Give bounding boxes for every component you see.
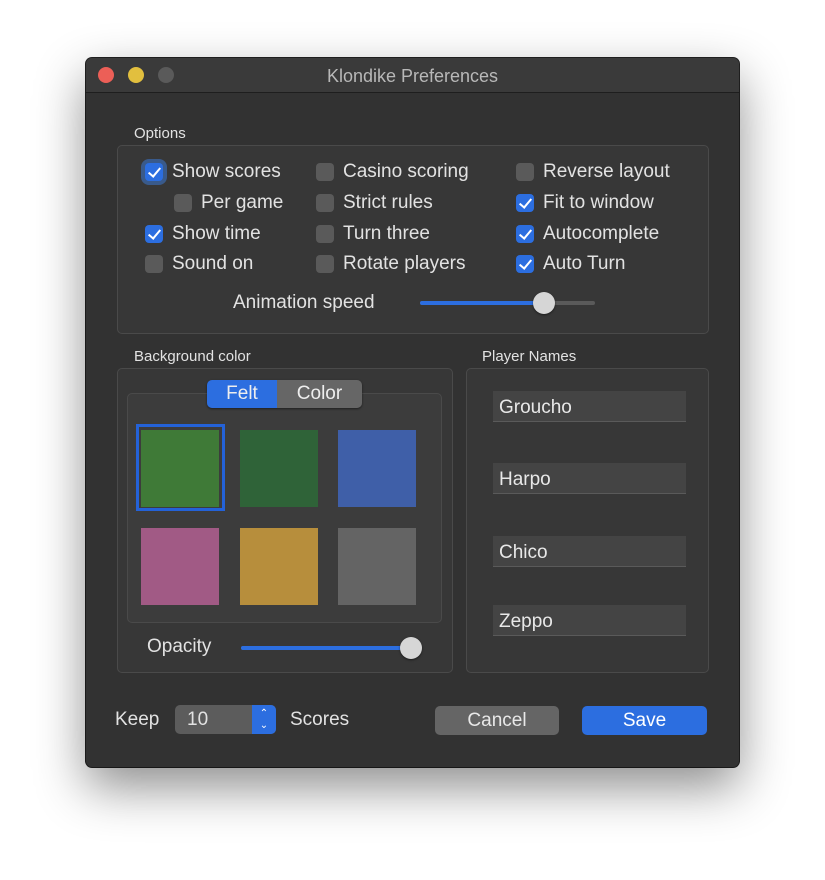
keep-label: Keep: [115, 709, 160, 730]
checkbox-label[interactable]: Show time: [172, 223, 261, 245]
checkbox-turn-three[interactable]: [316, 225, 334, 243]
opacity-label: Opacity: [147, 636, 212, 657]
checkbox-strict-rules[interactable]: [316, 194, 334, 212]
save-button[interactable]: Save: [582, 706, 707, 735]
player-name-field-3[interactable]: Chico: [493, 536, 686, 567]
checkbox-autocomplete[interactable]: [516, 225, 534, 243]
stepper-arrows-icon[interactable]: ⌃ ⌄: [252, 705, 276, 734]
keep-scores-stepper[interactable]: 10 ⌃ ⌄: [175, 705, 276, 734]
checkbox-label[interactable]: Show scores: [172, 161, 281, 183]
segment-felt[interactable]: Felt: [207, 380, 277, 408]
felt-swatch[interactable]: [338, 528, 416, 605]
player-name-field-4[interactable]: Zeppo: [493, 605, 686, 636]
checkbox-label[interactable]: Per game: [201, 192, 283, 214]
scores-label: Scores: [290, 709, 350, 730]
checkbox-show-scores[interactable]: [145, 163, 163, 181]
keep-scores-value[interactable]: 10: [187, 709, 208, 731]
background-color-label: Background color: [134, 348, 251, 365]
checkbox-label[interactable]: Strict rules: [343, 192, 433, 214]
checkbox-sound-on[interactable]: [145, 255, 163, 273]
felt-swatch[interactable]: [141, 528, 219, 605]
checkbox-label[interactable]: Rotate players: [343, 253, 466, 275]
player-names-label: Player Names: [482, 348, 577, 365]
animation-speed-slider[interactable]: [420, 292, 595, 314]
options-label: Options: [134, 125, 186, 142]
animation-speed-label: Animation speed: [233, 292, 375, 313]
slider-knob[interactable]: [400, 637, 422, 659]
felt-swatch[interactable]: [338, 430, 416, 507]
player-name-field-2[interactable]: Harpo: [493, 463, 686, 494]
checkbox-reverse-layout[interactable]: [516, 163, 534, 181]
checkbox-label[interactable]: Fit to window: [543, 192, 654, 214]
checkbox-label[interactable]: Reverse layout: [543, 161, 670, 183]
checkbox-label[interactable]: Casino scoring: [343, 161, 469, 183]
player-name-field-1[interactable]: Groucho: [493, 391, 686, 422]
cancel-button[interactable]: Cancel: [435, 706, 559, 735]
felt-swatch[interactable]: [240, 528, 318, 605]
checkbox-per-game[interactable]: [174, 194, 192, 212]
checkbox-label[interactable]: Sound on: [172, 253, 253, 275]
felt-color-segmented-control: Felt Color: [207, 380, 362, 408]
checkbox-label[interactable]: Auto Turn: [543, 253, 625, 275]
checkbox-label[interactable]: Autocomplete: [543, 223, 659, 245]
checkbox-fit-to-window[interactable]: [516, 194, 534, 212]
felt-swatch[interactable]: [141, 430, 219, 507]
felt-swatch[interactable]: [240, 430, 318, 507]
opacity-slider[interactable]: [241, 637, 422, 659]
checkbox-rotate-players[interactable]: [316, 255, 334, 273]
checkbox-auto-turn[interactable]: [516, 255, 534, 273]
checkbox-casino-scoring[interactable]: [316, 163, 334, 181]
checkbox-label[interactable]: Turn three: [343, 223, 430, 245]
segment-color[interactable]: Color: [277, 380, 362, 408]
checkbox-show-time[interactable]: [145, 225, 163, 243]
